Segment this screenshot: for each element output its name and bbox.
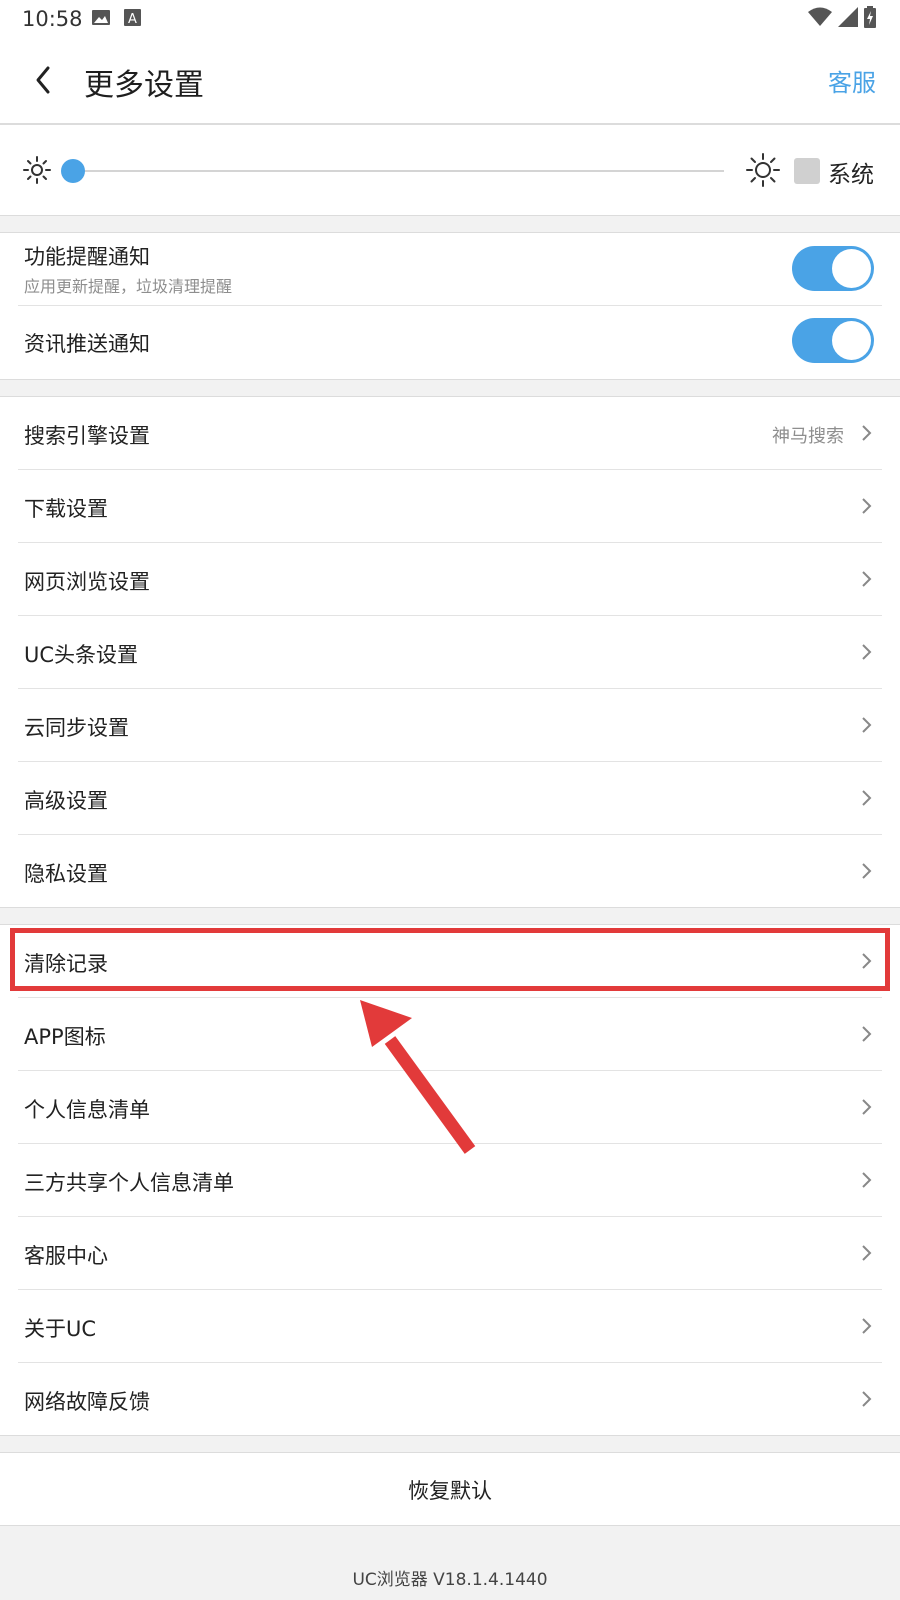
feature-reminder-subtitle: 应用更新提醒，垃圾清理提醒 xyxy=(24,277,233,296)
chevron-right-icon xyxy=(862,1172,872,1188)
feature-reminder-row: 功能提醒通知 应用更新提醒，垃圾清理提醒 xyxy=(18,233,882,306)
item-label: 隐私设置 xyxy=(24,862,108,886)
toggle-knob xyxy=(832,249,871,288)
customer-service-center-item[interactable]: 客服中心 xyxy=(18,1217,882,1290)
app-icon-item[interactable]: APP图标 xyxy=(18,998,882,1071)
settings-page: 10:58 A 更多设置 客服 系统 功能提醒通知 应用更新提醒，垃圾清理提醒 … xyxy=(0,0,900,1600)
news-push-row: 资讯推送通知 xyxy=(18,306,882,379)
item-label: 搜索引擎设置 xyxy=(24,424,150,448)
advanced-settings-item[interactable]: 高级设置 xyxy=(18,762,882,835)
chevron-right-icon xyxy=(862,1318,872,1334)
page-title: 更多设置 xyxy=(84,68,204,103)
privacy-settings-item[interactable]: 隐私设置 xyxy=(18,835,882,908)
news-push-title: 资讯推送通知 xyxy=(24,332,150,356)
browsing-settings-item[interactable]: 网页浏览设置 xyxy=(18,543,882,616)
chevron-right-icon xyxy=(862,717,872,733)
brightness-low-icon xyxy=(23,156,51,184)
search-engine-settings-item[interactable]: 搜索引擎设置 神马搜索 xyxy=(18,397,882,470)
clear-history-item[interactable]: 清除记录 xyxy=(18,925,882,998)
item-label: APP图标 xyxy=(24,1025,106,1049)
status-right-icons xyxy=(808,6,876,28)
title-bar: 更多设置 客服 xyxy=(0,38,900,124)
restore-default-label: 恢复默认 xyxy=(408,1479,492,1503)
brightness-panel: 系统 xyxy=(0,124,900,216)
chevron-right-icon xyxy=(862,498,872,514)
settings-group-2: 清除记录 APP图标 个人信息清单 三方共享个人信息清单 客服中心 关于UC 网… xyxy=(0,924,900,1436)
brightness-slider-thumb[interactable] xyxy=(61,159,85,183)
personal-info-list-item[interactable]: 个人信息清单 xyxy=(18,1071,882,1144)
chevron-right-icon xyxy=(862,863,872,879)
customer-service-link[interactable]: 客服 xyxy=(828,63,876,98)
chevron-right-icon xyxy=(862,1245,872,1261)
chevron-right-icon xyxy=(862,644,872,660)
item-label: 个人信息清单 xyxy=(24,1098,150,1122)
chevron-right-icon xyxy=(862,1099,872,1115)
restore-default-button[interactable]: 恢复默认 xyxy=(0,1452,900,1526)
wifi-icon xyxy=(808,7,832,26)
font-a-icon: A xyxy=(124,9,141,26)
item-label: 三方共享个人信息清单 xyxy=(24,1171,234,1195)
chevron-right-icon xyxy=(862,1026,872,1042)
uc-headlines-settings-item[interactable]: UC头条设置 xyxy=(18,616,882,689)
cloud-sync-settings-item[interactable]: 云同步设置 xyxy=(18,689,882,762)
system-brightness-label: 系统 xyxy=(828,162,874,188)
feature-reminder-toggle[interactable] xyxy=(792,246,874,291)
item-label: 关于UC xyxy=(24,1317,97,1341)
feature-reminder-title: 功能提醒通知 xyxy=(24,245,150,269)
item-label: 下载设置 xyxy=(24,497,108,521)
chevron-right-icon xyxy=(862,790,872,806)
status-time: 10:58 xyxy=(22,7,83,31)
item-label: 清除记录 xyxy=(24,952,108,976)
brightness-high-icon xyxy=(746,153,780,187)
chevron-right-icon xyxy=(862,425,872,441)
brightness-slider-track[interactable] xyxy=(72,170,724,172)
item-label: UC头条设置 xyxy=(24,643,139,667)
system-brightness-checkbox[interactable] xyxy=(794,158,820,184)
svg-text:A: A xyxy=(128,12,137,26)
search-engine-value: 神马搜索 xyxy=(772,426,844,447)
chevron-right-icon xyxy=(862,953,872,969)
item-label: 网页浏览设置 xyxy=(24,570,150,594)
chevron-right-icon xyxy=(862,1391,872,1407)
image-icon xyxy=(92,10,110,25)
network-feedback-item[interactable]: 网络故障反馈 xyxy=(18,1363,882,1436)
third-party-sharing-list-item[interactable]: 三方共享个人信息清单 xyxy=(18,1144,882,1217)
toggle-knob xyxy=(832,321,871,360)
notification-settings: 功能提醒通知 应用更新提醒，垃圾清理提醒 资讯推送通知 xyxy=(0,232,900,380)
back-arrow-icon[interactable] xyxy=(26,62,62,98)
app-version: UC浏览器 V18.1.4.1440 xyxy=(352,1570,548,1590)
status-bar: 10:58 A xyxy=(0,0,900,38)
item-label: 客服中心 xyxy=(24,1244,108,1268)
chevron-right-icon xyxy=(862,571,872,587)
news-push-toggle[interactable] xyxy=(792,318,874,363)
download-settings-item[interactable]: 下载设置 xyxy=(18,470,882,543)
about-uc-item[interactable]: 关于UC xyxy=(18,1290,882,1363)
signal-icon xyxy=(838,7,858,27)
item-label: 高级设置 xyxy=(24,789,108,813)
item-label: 网络故障反馈 xyxy=(24,1390,150,1414)
settings-group-1: 搜索引擎设置 神马搜索 下载设置 网页浏览设置 UC头条设置 云同步设置 高级设… xyxy=(0,396,900,908)
item-label: 云同步设置 xyxy=(24,716,129,740)
battery-icon xyxy=(864,6,876,28)
